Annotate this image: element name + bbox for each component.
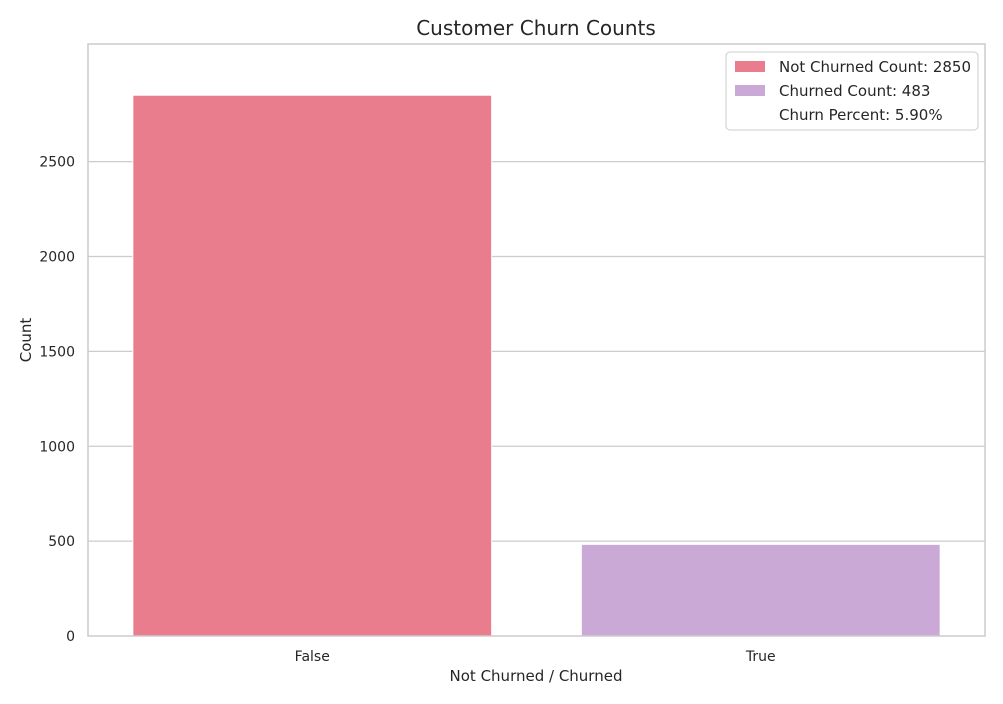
y-tick-label: 1000 [39,439,75,455]
x-axis-label: Not Churned / Churned [450,667,623,685]
y-tick-label: 0 [66,629,75,645]
legend: Not Churned Count: 2850 Churned Count: 48… [725,51,979,131]
y-tick-label: 1500 [39,344,75,360]
bars [132,94,941,637]
x-tick-labels: False True [295,649,776,665]
y-tick-label: 2500 [39,155,75,171]
chart-title: Customer Churn Counts [416,16,656,40]
churn-bar-chart: Customer Churn Counts 0 500 1000 1500 2000 25… [17,16,986,685]
legend-label: Not Churned Count: 2850 [779,58,971,76]
bar-true [580,543,941,637]
bar-false [132,94,493,637]
x-tick-label: False [295,649,330,665]
x-tick-label: True [745,649,776,665]
y-tick-labels: 0 500 1000 1500 2000 2500 [39,155,75,645]
legend-label: Churned Count: 483 [779,82,930,100]
legend-swatch [735,85,765,96]
legend-label: Churn Percent: 5.90% [779,106,943,124]
legend-swatch [735,61,765,72]
y-tick-label: 500 [48,534,75,550]
y-tick-label: 2000 [39,250,75,266]
y-axis-label: Count [17,318,35,363]
